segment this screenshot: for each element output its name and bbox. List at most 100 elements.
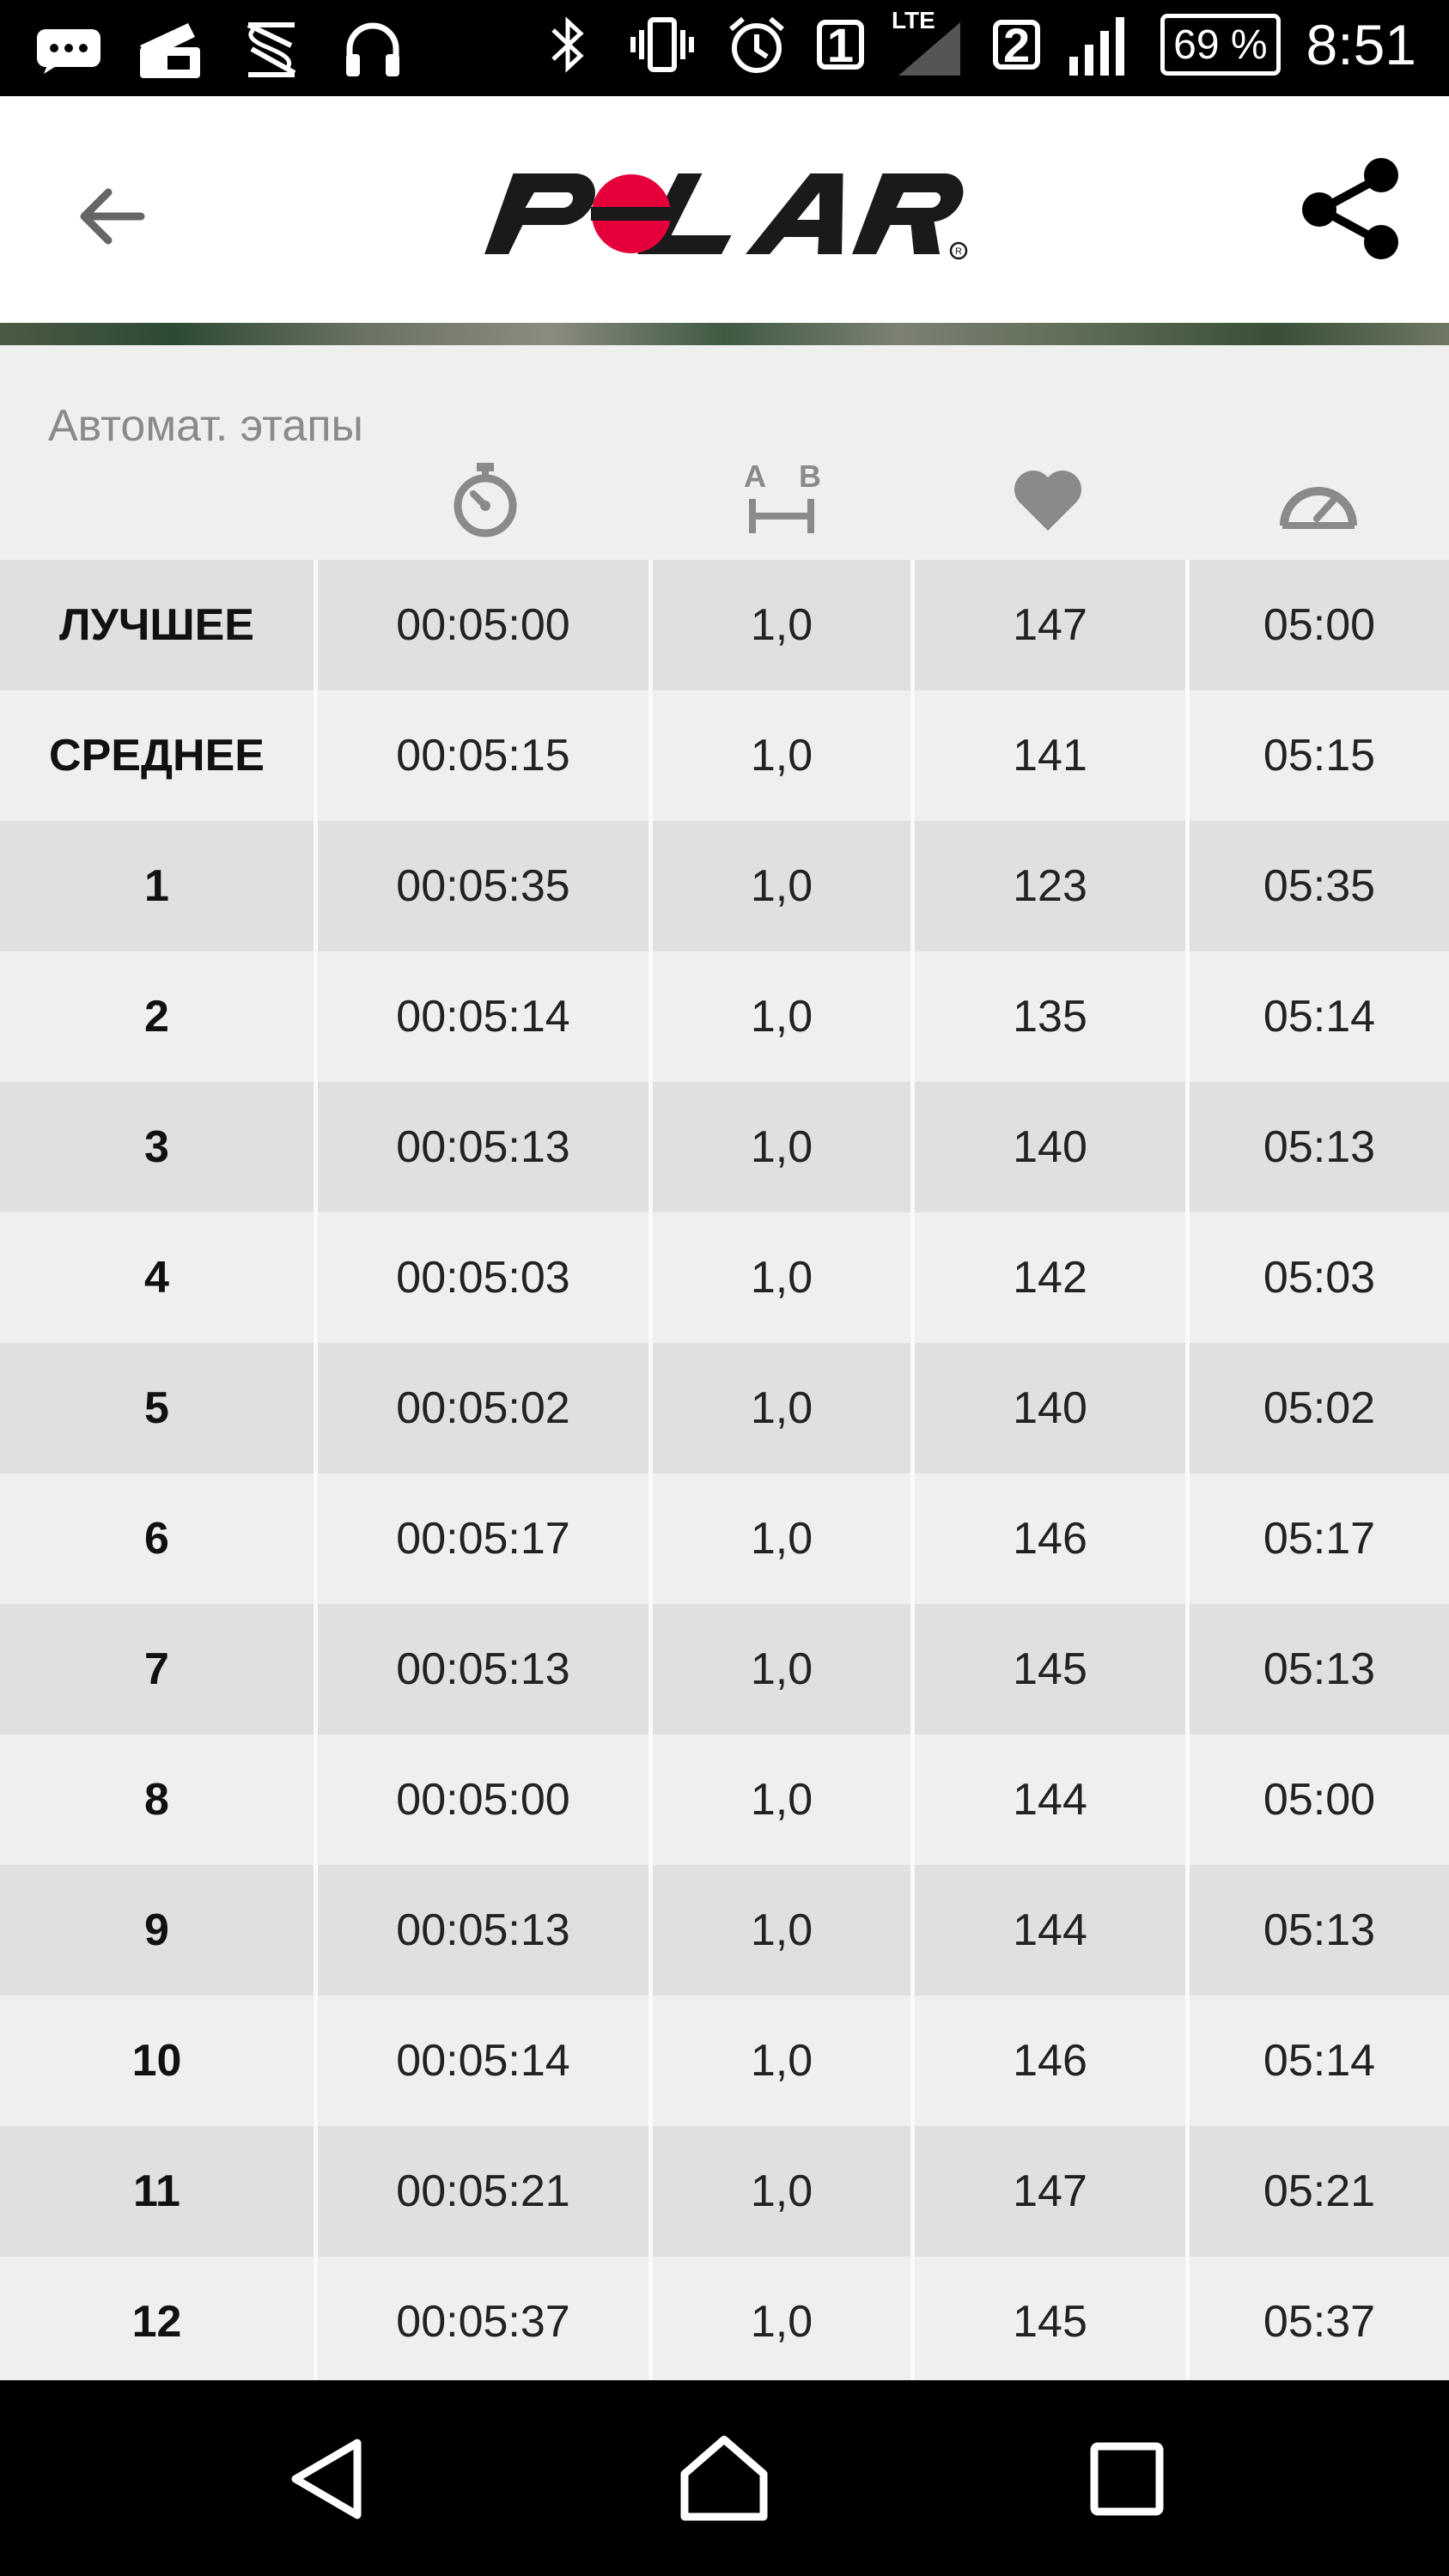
lap-label: 10 (131, 2036, 182, 2086)
lap-pace: 05:13 (1185, 1082, 1449, 1212)
table-row[interactable]: 6 00:05:17 1,0 146 05:17 (0, 1473, 1449, 1604)
lap-time: 00:05:13 (314, 1865, 648, 1996)
lap-time: 00:05:00 (314, 1735, 648, 1865)
lap-distance: 1,0 (648, 2126, 910, 2257)
share-icon (1302, 158, 1398, 259)
heart-icon (1005, 457, 1091, 543)
table-row[interactable]: 11 00:05:21 1,0 147 05:21 (0, 2126, 1449, 2257)
lap-label: 6 (144, 1514, 169, 1564)
lap-label: 3 (144, 1122, 169, 1172)
lap-label: 11 (133, 2166, 180, 2216)
lap-heart-rate: 144 (910, 1865, 1185, 1996)
sim2-badge: 2 (992, 18, 1041, 72)
lap-label: 8 (144, 1775, 169, 1825)
lap-distance: 1,0 (648, 1473, 910, 1604)
pace-gauge-icon (1275, 457, 1361, 543)
share-button[interactable] (1295, 153, 1407, 264)
lap-distance: 1,0 (648, 1996, 910, 2126)
lap-label: 9 (144, 1905, 169, 1955)
lap-time: 00:05:35 (314, 821, 648, 951)
back-button[interactable] (69, 173, 155, 259)
lap-distance: 1,0 (648, 1604, 910, 1735)
lap-distance: 1,0 (648, 1735, 910, 1865)
lap-distance: 1,0 (648, 1212, 910, 1343)
arrow-left-icon (80, 188, 145, 245)
lap-pace: 05:03 (1185, 1212, 1449, 1343)
lap-label: 5 (144, 1383, 169, 1433)
signal-icon (1066, 10, 1135, 79)
lap-heart-rate: 144 (910, 1735, 1185, 1865)
nav-home-button[interactable] (673, 2427, 776, 2530)
lap-time: 00:05:13 (314, 1604, 648, 1735)
lap-heart-rate: 145 (910, 1604, 1185, 1735)
lap-heart-rate: 141 (910, 690, 1185, 821)
table-row[interactable]: 5 00:05:02 1,0 140 05:02 (0, 1343, 1449, 1473)
lap-time: 00:05:17 (314, 1473, 648, 1604)
lap-pace: 05:14 (1185, 1996, 1449, 2126)
alarm-icon (722, 10, 791, 79)
status-right-icons: 1 LTE 2 69 % 8:51 (533, 7, 1416, 79)
home-nav-icon (680, 2435, 768, 2521)
lap-pace: 05:15 (1185, 690, 1449, 821)
table-row[interactable]: 3 00:05:13 1,0 140 05:13 (0, 1082, 1449, 1212)
lap-time: 00:05:13 (314, 1082, 648, 1212)
distance-icon-a: A (744, 461, 766, 494)
lap-pace: 05:21 (1185, 2126, 1449, 2257)
map-preview-strip[interactable] (0, 323, 1449, 345)
lap-heart-rate: 123 (910, 821, 1185, 951)
distance-icon-b: B (799, 461, 821, 494)
section-title: Автомат. этапы (48, 401, 363, 451)
stopwatch-icon (442, 457, 528, 543)
lap-time: 00:05:00 (314, 560, 648, 690)
nav-recents-button[interactable] (1075, 2427, 1178, 2530)
headphones-icon (338, 15, 407, 84)
lap-time: 00:05:03 (314, 1212, 648, 1343)
table-row-average[interactable]: СРЕДНЕЕ 00:05:15 1,0 141 05:15 (0, 690, 1449, 821)
table-row[interactable]: 12 00:05:37 1,0 145 05:37 (0, 2257, 1449, 2387)
table-row[interactable]: 1 00:05:35 1,0 123 05:35 (0, 821, 1449, 951)
lap-pace: 05:37 (1185, 2257, 1449, 2387)
lap-heart-rate: 142 (910, 1212, 1185, 1343)
bag-icon (136, 15, 204, 84)
lap-pace: 05:00 (1185, 1735, 1449, 1865)
lap-distance: 1,0 (648, 560, 910, 690)
battery-level: 69 % (1173, 21, 1268, 68)
sim1-badge: 1 (816, 18, 864, 72)
table-row[interactable]: 9 00:05:13 1,0 144 05:13 (0, 1865, 1449, 1996)
message-icon (34, 15, 103, 84)
lap-label: 7 (144, 1644, 169, 1694)
table-row-best[interactable]: ЛУЧШЕЕ 00:05:00 1,0 147 05:00 (0, 560, 1449, 690)
lap-pace: 05:17 (1185, 1473, 1449, 1604)
lap-heart-rate: 146 (910, 1473, 1185, 1604)
table-row[interactable]: 4 00:05:03 1,0 142 05:03 (0, 1212, 1449, 1343)
lap-pace: 05:02 (1185, 1343, 1449, 1473)
table-row[interactable]: 7 00:05:13 1,0 145 05:13 (0, 1604, 1449, 1735)
lap-heart-rate: 140 (910, 1082, 1185, 1212)
laps-section: Автомат. этапы A B ЛУЧШЕЕ 00:05:00 1,0 1… (0, 345, 1449, 2387)
lap-distance: 1,0 (648, 951, 910, 1082)
lap-distance: 1,0 (648, 2257, 910, 2387)
back-nav-icon (291, 2439, 362, 2519)
distance-icon: A B (734, 457, 829, 543)
lap-label: ЛУЧШЕЕ (59, 600, 254, 650)
s-app-icon (237, 15, 306, 84)
table-row[interactable]: 8 00:05:00 1,0 144 05:00 (0, 1735, 1449, 1865)
polar-logo: R (481, 165, 971, 268)
app-bar: R (0, 96, 1449, 323)
lap-label: СРЕДНЕЕ (49, 731, 265, 781)
table-row[interactable]: 2 00:05:14 1,0 135 05:14 (0, 951, 1449, 1082)
lap-pace: 05:14 (1185, 951, 1449, 1082)
lap-label: 1 (144, 861, 169, 911)
lap-label: 12 (131, 2297, 182, 2347)
lap-pace: 05:00 (1185, 560, 1449, 690)
nav-back-button[interactable] (275, 2427, 378, 2530)
laps-table: ЛУЧШЕЕ 00:05:00 1,0 147 05:00 СРЕДНЕЕ 00… (0, 560, 1449, 2387)
lap-heart-rate: 145 (910, 2257, 1185, 2387)
lap-label: 4 (144, 1253, 169, 1303)
lap-time: 00:05:15 (314, 690, 648, 821)
battery-indicator: 69 % (1160, 14, 1281, 76)
lap-distance: 1,0 (648, 690, 910, 821)
navigation-bar (0, 2380, 1449, 2576)
status-bar: 1 LTE 2 69 % 8:51 (0, 0, 1449, 96)
table-row[interactable]: 10 00:05:14 1,0 146 05:14 (0, 1996, 1449, 2126)
